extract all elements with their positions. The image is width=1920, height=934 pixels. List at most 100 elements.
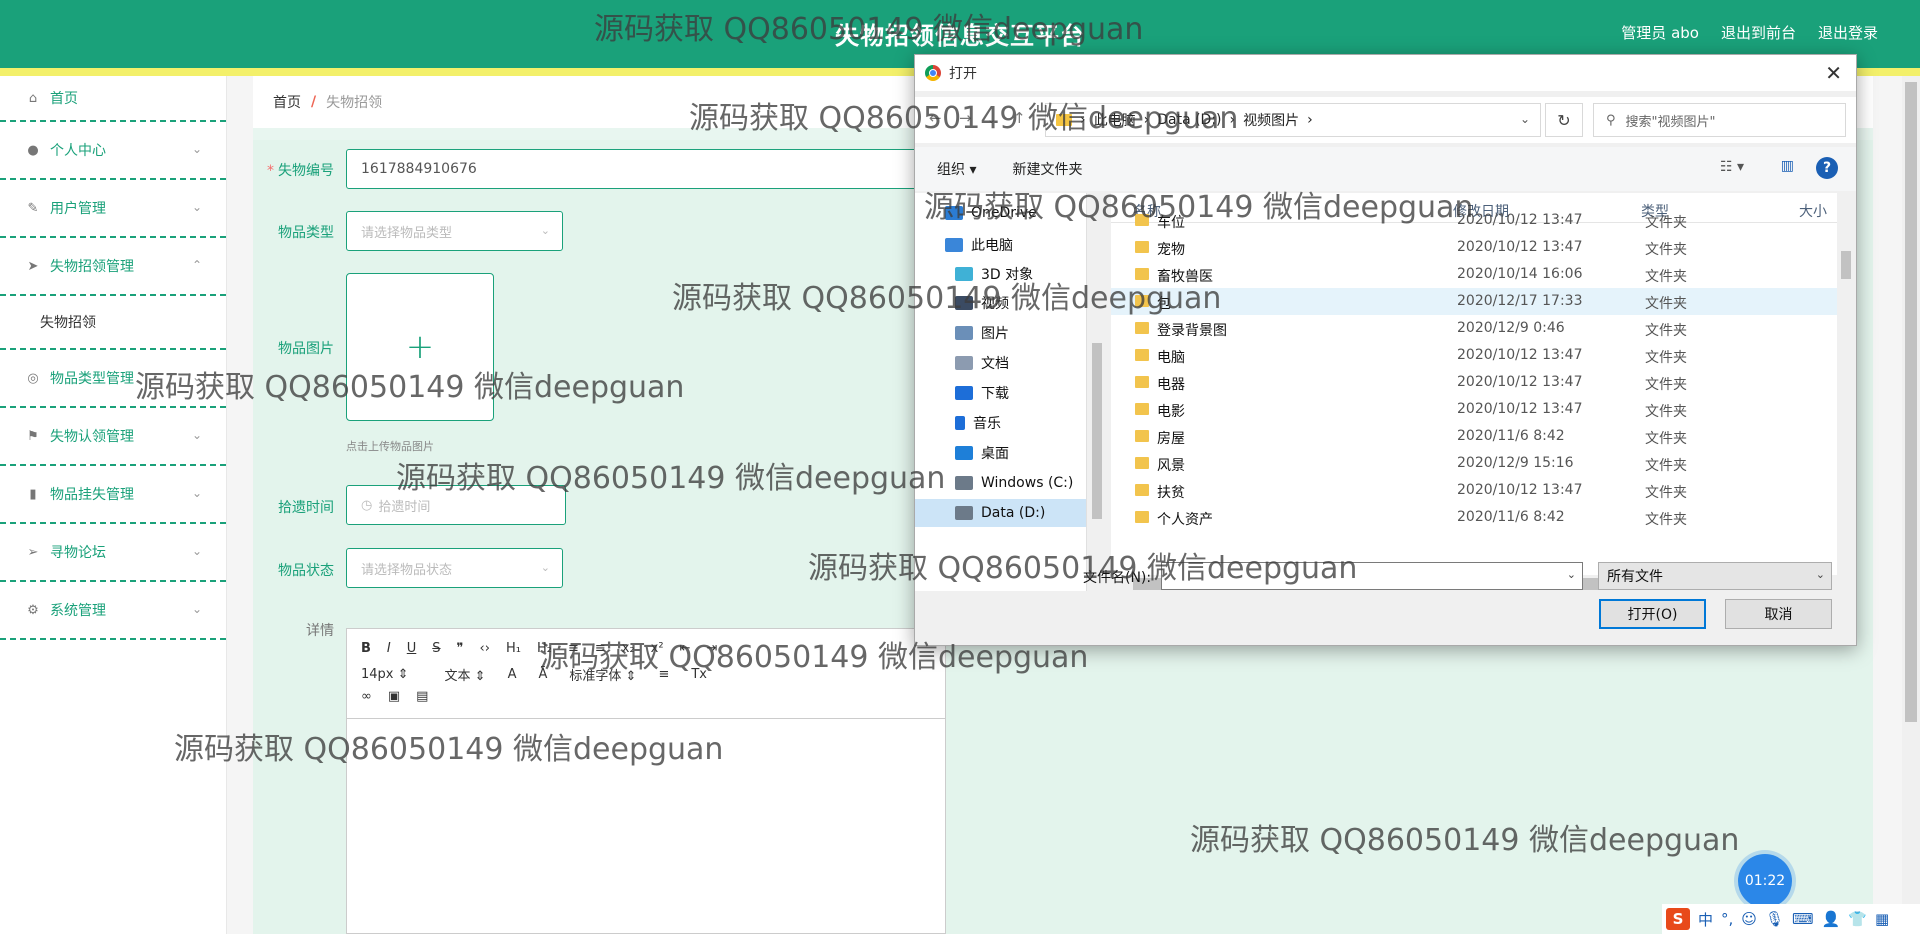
nav-item-downloads[interactable]: 下载 (915, 379, 1086, 407)
bold-button[interactable]: B (361, 641, 371, 656)
shirt-icon[interactable]: 👕 (1848, 910, 1867, 928)
image-icon[interactable]: ▣ (388, 689, 400, 704)
up-arrow-icon[interactable]: ↑ (1013, 109, 1026, 127)
file-row[interactable]: 畜牧兽医 2020/10/14 16:06 文件夹 (1111, 261, 1843, 288)
nav-item-music[interactable]: 音乐 (915, 409, 1086, 437)
file-row[interactable]: 车位 2020/10/12 13:47 文件夹 (1111, 207, 1843, 234)
emoji-icon[interactable]: ☺ (1741, 910, 1757, 928)
sidebar-item-forum[interactable]: ➢ 寻物论坛 ⌄ (0, 524, 226, 582)
item-status-select[interactable]: 请选择物品状态 ⌄ (346, 548, 563, 588)
path-segment[interactable]: 此电脑 (1094, 110, 1136, 130)
nav-item-desktop[interactable]: 桌面 (915, 439, 1086, 467)
pickup-time-input[interactable]: ◷ 拾遗时间 (346, 485, 566, 525)
nav-item-documents[interactable]: 文档 (915, 349, 1086, 377)
ime-punct[interactable]: °, (1721, 910, 1733, 928)
file-scroll-thumb[interactable] (1841, 251, 1851, 279)
file-row[interactable]: 包 2020/12/17 17:33 文件夹 (1111, 288, 1843, 315)
refresh-button[interactable]: ↻ (1545, 103, 1583, 137)
file-type-filter[interactable]: 所有文件 ⌄ (1598, 562, 1832, 590)
sidebar-item-item-type-management[interactable]: ◎ 物品类型管理 ⌄ (0, 350, 226, 408)
new-folder-button[interactable]: 新建文件夹 (1012, 159, 1082, 179)
nav-scroll-thumb[interactable] (1092, 343, 1102, 519)
nav-item-data-d[interactable]: Data (D:) (915, 499, 1086, 527)
nav-scrollbar[interactable] (1089, 193, 1105, 591)
video-icon[interactable]: ▤ (416, 689, 428, 704)
underline-button[interactable]: U (407, 641, 417, 656)
file-row[interactable]: 登录背景图 2020/12/9 0:46 文件夹 (1111, 315, 1843, 342)
chevron-down-icon[interactable]: ⌄ (1520, 112, 1530, 126)
align-icon[interactable]: ≡ (658, 667, 669, 682)
code-button[interactable]: ‹› (480, 641, 490, 656)
filename-input[interactable]: ⌄ (1161, 562, 1583, 590)
keyboard-icon[interactable]: ⌨ (1792, 910, 1814, 928)
recent-dropdown-icon[interactable]: ⌄ (987, 113, 996, 126)
blockquote-button[interactable]: ❞ (457, 641, 464, 656)
sidebar-item-user-management[interactable]: ✎ 用户管理 ⌄ (0, 180, 226, 238)
h1-button[interactable]: H₁ (506, 641, 521, 656)
clear-format-icon[interactable]: Tx (691, 667, 707, 682)
sidebar-item-home[interactable]: ⌂ 首页 (0, 76, 226, 122)
close-icon[interactable]: ✕ (1825, 61, 1842, 85)
back-to-front-link[interactable]: 退出到前台 (1721, 22, 1796, 43)
subscript-button[interactable]: x₂ (622, 641, 635, 656)
file-row[interactable]: 宠物 2020/10/12 13:47 文件夹 (1111, 234, 1843, 261)
grid-icon[interactable]: ▦ (1875, 910, 1889, 928)
forward-arrow-icon[interactable]: → (959, 109, 972, 127)
font-color-icon[interactable]: A (508, 667, 517, 682)
sidebar-item-claim-management[interactable]: ⚑ 失物认领管理 ⌄ (0, 408, 226, 466)
ime-language[interactable]: 中 (1698, 909, 1713, 930)
font-size-select[interactable]: 14px ⇕ (361, 667, 409, 682)
file-row[interactable]: 扶贫 2020/10/12 13:47 文件夹 (1111, 477, 1843, 504)
nav-item-this-pc[interactable]: 此电脑 (915, 231, 1086, 259)
file-scrollbar[interactable] (1837, 193, 1855, 575)
outdent-button[interactable]: ⇤ (680, 641, 691, 656)
user-icon[interactable]: 👤 (1822, 910, 1841, 928)
ordered-list-button[interactable]: ≡ (568, 641, 579, 656)
recording-timer[interactable]: 01:22 (1738, 854, 1792, 908)
breadcrumb-home[interactable]: 首页 (273, 92, 301, 112)
back-arrow-icon[interactable]: ← (929, 109, 942, 127)
cancel-button[interactable]: 取消 (1725, 599, 1832, 629)
sogou-logo-icon[interactable]: S (1666, 908, 1690, 930)
image-upload-button[interactable]: + (346, 273, 494, 421)
nav-item-windows-c[interactable]: Windows (C:) (915, 469, 1086, 497)
superscript-button[interactable]: x² (651, 641, 664, 656)
page-scroll-thumb[interactable] (1905, 82, 1917, 722)
file-row[interactable]: 电器 2020/10/12 13:47 文件夹 (1111, 369, 1843, 396)
nav-item-videos[interactable]: 视频 (915, 289, 1086, 317)
nav-item-3d-objects[interactable]: 3D 对象 (915, 260, 1086, 288)
item-type-select[interactable]: 请选择物品类型 ⌄ (346, 211, 563, 251)
page-scrollbar[interactable] (1902, 76, 1920, 934)
preview-pane-icon[interactable]: ▥ (1781, 158, 1794, 174)
path-segment[interactable]: 视频图片 (1243, 110, 1299, 130)
indent-button[interactable]: ⇥ (706, 641, 717, 656)
file-row[interactable]: 风景 2020/12/9 15:16 文件夹 (1111, 450, 1843, 477)
address-bar[interactable]: › 此电脑 › Data (D:) › 视频图片 › ⌄ (1045, 103, 1541, 137)
lost-no-input[interactable]: 1617884910676 (346, 149, 926, 189)
nav-item-pictures[interactable]: 图片 (915, 319, 1086, 347)
font-family-select[interactable]: 标准字体 ⇕ (569, 665, 636, 684)
microphone-icon[interactable]: 🎙 (1765, 910, 1784, 928)
logout-link[interactable]: 退出登录 (1818, 22, 1878, 43)
link-icon[interactable]: ∞ (361, 689, 372, 704)
file-row[interactable]: 电脑 2020/10/12 13:47 文件夹 (1111, 342, 1843, 369)
h2-button[interactable]: H₂ (537, 641, 552, 656)
text-style-select[interactable]: 文本 ⇕ (445, 665, 486, 684)
sidebar-subitem-lost-found[interactable]: 失物招领 (0, 296, 226, 350)
organize-button[interactable]: 组织 ▾ (937, 159, 976, 179)
file-row[interactable]: 电影 2020/10/12 13:47 文件夹 (1111, 396, 1843, 423)
rich-text-editor[interactable]: B I U S ❞ ‹› H₁ H₂ ≡ ≡ x₂ x² ⇤ ⇥ 14px ⇕ … (346, 628, 946, 934)
view-options-icon[interactable]: ☷ ▾ (1720, 159, 1744, 175)
path-segment[interactable]: Data (D:) (1157, 112, 1221, 128)
sidebar-item-personal-center[interactable]: ● 个人中心 ⌄ (0, 122, 226, 180)
sidebar-item-lost-found-management[interactable]: ➤ 失物招领管理 ⌃ (0, 238, 226, 296)
chevron-down-icon[interactable]: ⌄ (1567, 568, 1576, 581)
search-input[interactable]: ⚲ 搜索"视频图片" (1593, 103, 1846, 137)
sidebar-item-loss-report-management[interactable]: ▮ 物品挂失管理 ⌄ (0, 466, 226, 524)
nav-item-onedrive[interactable]: OneDrive (915, 199, 1086, 227)
strike-button[interactable]: S (432, 641, 440, 656)
open-button[interactable]: 打开(O) (1599, 599, 1706, 629)
background-color-icon[interactable]: Ā (538, 667, 547, 682)
file-row[interactable]: 房屋 2020/11/6 8:42 文件夹 (1111, 423, 1843, 450)
bullet-list-button[interactable]: ≡ (595, 641, 606, 656)
